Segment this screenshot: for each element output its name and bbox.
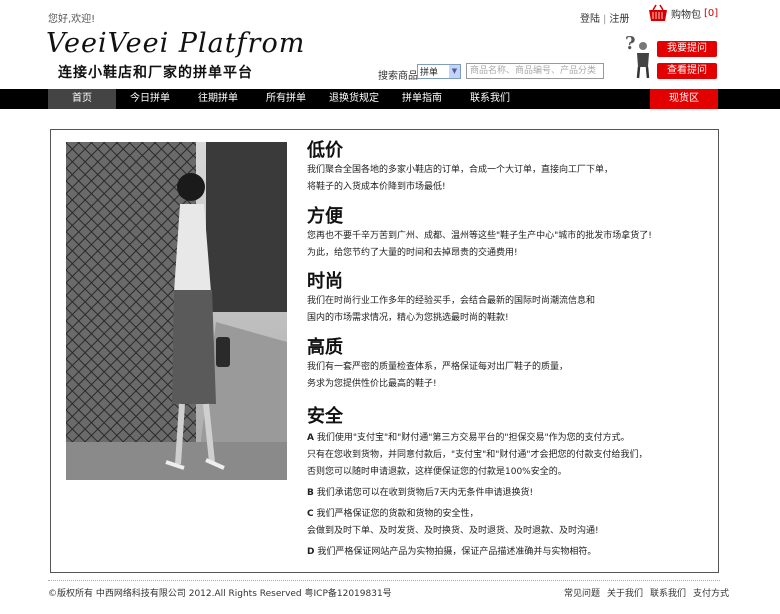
auth-links: 登陆 | 注册	[580, 14, 630, 25]
section-title: 时尚	[307, 271, 343, 292]
chevron-down-icon: ▼	[449, 65, 460, 78]
item-text: 只有在您收到货物，并同意付款后，"支付宝"和"财付通"才会把您的付款支付给我们，	[307, 450, 648, 460]
item-text: 我们承诺您可以在收到货物后7天内无条件申请退换货!	[316, 488, 534, 498]
item-text: 我们使用"支付宝"和"财付通"第三方交易平台的"担保交易"作为您的支付方式。	[316, 433, 630, 443]
logo-text[interactable]: VeeiVeei Platfrom	[46, 28, 305, 59]
shopping-basket-icon	[649, 4, 667, 21]
security-item-a: A 我们使用"支付宝"和"财付通"第三方交易平台的"担保交易"作为您的支付方式。…	[307, 430, 648, 481]
register-link[interactable]: 注册	[609, 14, 629, 25]
section-text: 为此，给您节约了大量的时间和去掉昂贵的交通费用!	[307, 248, 518, 258]
nav-returns[interactable]: 退换货规定	[320, 89, 388, 109]
section-convenience: 方便 您再也不要千辛万苦到广州、成都、温州等这些"鞋子生产中心"城市的批发市场拿…	[307, 202, 652, 262]
item-text: 否则您可以随时申请退款，这样便保证您的付款是100%安全的。	[307, 467, 567, 477]
section-security: 安全 A 我们使用"支付宝"和"财付通"第三方交易平台的"担保交易"作为您的支付…	[307, 402, 648, 561]
security-item-b: B 我们承诺您可以在收到货物后7天内无条件申请退换货!	[307, 485, 648, 502]
footer-link-payment[interactable]: 支付方式	[693, 589, 729, 599]
item-letter: B	[307, 488, 314, 498]
footer-divider	[48, 580, 720, 581]
section-text: 将鞋子的入货成本价降到市场最低!	[307, 182, 446, 192]
section-text: 您再也不要千辛万苦到广州、成都、温州等这些"鞋子生产中心"城市的批发市场拿货了!	[307, 231, 652, 241]
item-letter: A	[307, 433, 314, 443]
section-text: 国内的市场需求情况，精心为您挑选最时尚的鞋款!	[307, 313, 509, 323]
footer-link-about[interactable]: 关于我们	[607, 589, 643, 599]
item-text: 我们严格保证您的货款和货物的安全性，	[316, 509, 479, 519]
greeting-text: 您好,欢迎!	[48, 14, 96, 25]
svg-text:?: ?	[625, 33, 636, 54]
section-text: 我们在时尚行业工作多年的经验买手，会结合最新的国际时尚潮流信息和	[307, 296, 596, 306]
cart-link[interactable]: 购物包 [0]	[648, 4, 718, 22]
section-low-price: 低价 我们聚合全国各地的多家小鞋店的订单，合成一个大订单，直接向工厂下单， 将鞋…	[307, 136, 613, 196]
nav-contact[interactable]: 联系我们	[456, 89, 524, 109]
section-title: 高质	[307, 337, 343, 358]
section-text: 我们有一套严密的质量检查体系，严格保证每对出厂鞋子的质量，	[307, 362, 569, 372]
view-questions-button[interactable]: 查看提问	[657, 63, 717, 79]
nav-all[interactable]: 所有拼单	[252, 89, 320, 109]
item-letter: D	[307, 547, 315, 557]
search-category-select[interactable]: 拼单 ▼	[417, 64, 461, 79]
hero-photo	[66, 142, 287, 480]
nav-today[interactable]: 今日拼单	[116, 89, 184, 109]
footer-links: 常见问题 关于我们 联系我们 支付方式	[564, 586, 736, 599]
cart-count: [0]	[704, 7, 719, 19]
nav-guide[interactable]: 拼单指南	[388, 89, 456, 109]
section-text: 我们聚合全国各地的多家小鞋店的订单，合成一个大订单，直接向工厂下单，	[307, 165, 614, 175]
nav-home[interactable]: 首页	[48, 89, 116, 109]
footer-link-faq[interactable]: 常见问题	[564, 589, 600, 599]
main-nav: 首页 今日拼单 往期拼单 所有拼单 退换货规定 拼单指南 联系我们 现货区	[0, 89, 780, 109]
question-person-icon: ?	[625, 33, 650, 79]
search-category-value: 拼单	[420, 68, 439, 78]
security-item-d: D 我们严格保证网站产品为实物拍摄，保证产品描述准确并与实物相符。	[307, 544, 648, 561]
section-title: 方便	[307, 206, 343, 227]
section-title: 低价	[307, 140, 343, 161]
item-letter: C	[307, 509, 314, 519]
section-title: 安全	[307, 406, 343, 427]
item-text: 我们严格保证网站产品为实物拍摄，保证产品描述准确并与实物相符。	[317, 547, 597, 557]
cart-label: 购物包	[671, 9, 701, 21]
login-link[interactable]: 登陆	[580, 14, 600, 25]
section-text: 务求为您提供性价比最高的鞋子!	[307, 379, 437, 389]
section-quality: 高质 我们有一套严密的质量检查体系，严格保证每对出厂鞋子的质量， 务求为您提供性…	[307, 333, 568, 393]
section-fashion: 时尚 我们在时尚行业工作多年的经验买手，会结合最新的国际时尚潮流信息和 国内的市…	[307, 267, 595, 327]
nav-stock[interactable]: 现货区	[650, 89, 718, 109]
search-input[interactable]: 商品名称、商品编号、产品分类	[466, 63, 604, 79]
security-item-c: C 我们严格保证您的货款和货物的安全性， 会做到及时下单、及时发货、及时换货、及…	[307, 506, 648, 540]
item-text: 会做到及时下单、及时发货、及时换货、及时退货、及时退款、及时沟通!	[307, 526, 599, 536]
search-label: 搜索商品	[378, 71, 418, 82]
ask-question-button[interactable]: 我要提问	[657, 41, 717, 57]
logo-slogan: 连接小鞋店和厂家的拼单平台	[58, 65, 253, 81]
footer-copyright: ©版权所有 中西网络科技有限公司 2012.All Rights Reserve…	[48, 589, 392, 599]
footer-link-contact[interactable]: 联系我们	[650, 589, 686, 599]
nav-past[interactable]: 往期拼单	[184, 89, 252, 109]
